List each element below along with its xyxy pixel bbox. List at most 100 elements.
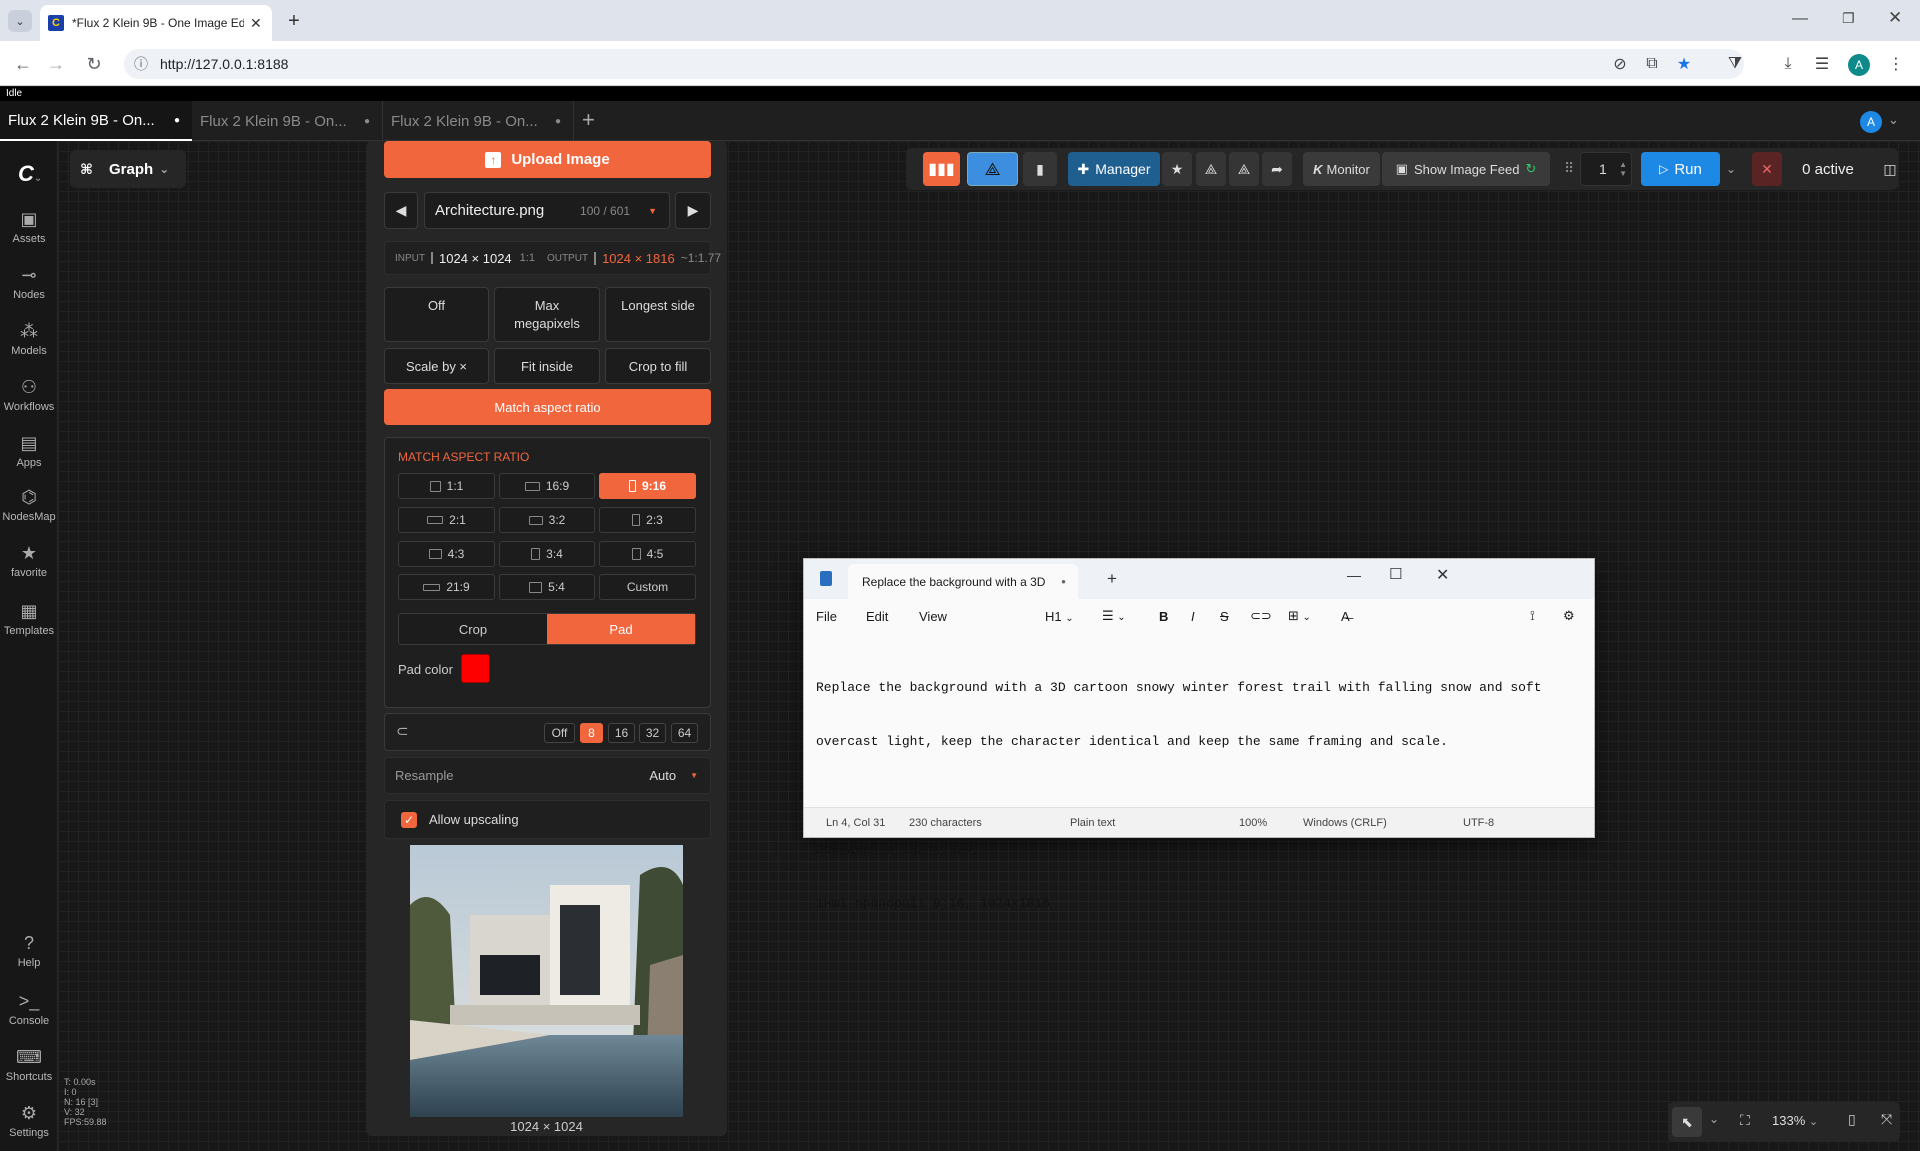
manager-button[interactable]: ✚ Manager bbox=[1068, 152, 1160, 186]
sidebar-item-help[interactable]: ? Help bbox=[0, 933, 58, 969]
notepad-new-tab-icon[interactable]: + bbox=[1107, 569, 1117, 589]
drag-handle-icon[interactable]: ⠿ bbox=[1564, 160, 1574, 177]
show-image-feed-button[interactable]: ▣ Show Image Feed ↻ bbox=[1382, 152, 1550, 186]
sidebar-item-workflows[interactable]: ⚇ Workflows bbox=[0, 377, 58, 413]
site-info-icon[interactable]: ⓘ bbox=[134, 54, 148, 74]
mode-longest-side-button[interactable]: Longest side bbox=[605, 287, 711, 342]
workflow-tab-3[interactable]: Flux 2 Klein 9B - On... ● bbox=[383, 101, 574, 141]
snap-8[interactable]: 8 bbox=[580, 723, 603, 743]
sidebar-item-settings[interactable]: ⚙ Settings bbox=[0, 1103, 58, 1139]
user-avatar[interactable]: A bbox=[1860, 111, 1882, 133]
sidebar-item-templates[interactable]: ▦ Templates bbox=[0, 601, 58, 637]
queue-bars-button[interactable]: ▮▮▮ bbox=[923, 152, 960, 186]
notepad-close-icon[interactable]: ✕ bbox=[1436, 565, 1449, 585]
bold-icon[interactable]: B bbox=[1159, 609, 1168, 624]
workflow-tab-2[interactable]: Flux 2 Klein 9B - On... ● bbox=[192, 101, 383, 141]
pad-color-swatch[interactable] bbox=[461, 654, 490, 683]
sidebar-item-nodes[interactable]: ⊸ Nodes bbox=[0, 265, 58, 301]
sidebar-item-console[interactable]: >_ Console bbox=[0, 991, 58, 1027]
user-menu-chevron-icon[interactable]: ⌄ bbox=[1888, 112, 1899, 128]
match-aspect-ratio-button[interactable]: Match aspect ratio bbox=[384, 389, 711, 425]
sidebar-item-assets[interactable]: ▣ Assets bbox=[0, 209, 58, 245]
downloads-icon[interactable]: ⤓ bbox=[1776, 52, 1800, 76]
select-tool-button[interactable]: ⬉ bbox=[1672, 1107, 1702, 1137]
hide-links-icon[interactable]: ⤧ bbox=[1881, 1111, 1892, 1128]
ratio-16-9[interactable]: 16:9 bbox=[499, 473, 595, 499]
ratio-custom[interactable]: Custom bbox=[599, 574, 696, 600]
notepad-tab[interactable]: Replace the background with a 3D ● bbox=[848, 564, 1078, 599]
notepad-minimize-icon[interactable]: — bbox=[1347, 567, 1361, 583]
pyramid-button-1[interactable]: ⟁ bbox=[1196, 152, 1226, 186]
list-dropdown-icon[interactable]: ☰ ⌄ bbox=[1102, 608, 1126, 624]
browser-tab-active[interactable]: C *Flux 2 Klein 9B - One Image Ed ✕ bbox=[40, 5, 272, 41]
close-tab-icon[interactable]: ✕ bbox=[250, 15, 262, 32]
sidebar-item-models[interactable]: ⁂ Models bbox=[0, 321, 58, 357]
tool-chevron-icon[interactable]: ⌄ bbox=[1709, 1112, 1719, 1126]
comfy-logo-button[interactable]: ⟁ bbox=[967, 152, 1018, 186]
forward-icon[interactable]: → bbox=[43, 51, 69, 77]
sidebar-item-shortcuts[interactable]: ⌨ Shortcuts bbox=[0, 1047, 58, 1083]
sidebar-item-favorite[interactable]: ★ favorite bbox=[0, 543, 58, 579]
menu-view[interactable]: View bbox=[919, 609, 947, 624]
url-field[interactable]: ⓘ http://127.0.0.1:8188 bbox=[124, 49, 1744, 79]
menu-file[interactable]: File bbox=[816, 609, 837, 624]
ratio-4-5[interactable]: 4:5 bbox=[599, 541, 696, 567]
crop-option[interactable]: Crop bbox=[399, 614, 547, 644]
allow-upscaling-row[interactable]: ✓ Allow upscaling bbox=[384, 800, 711, 839]
back-icon[interactable]: ← bbox=[10, 51, 36, 77]
copilot-icon[interactable]: ⟟ bbox=[1530, 608, 1535, 624]
minimap-icon[interactable]: ▯ bbox=[1848, 1111, 1856, 1128]
ratio-3-2[interactable]: 3:2 bbox=[499, 507, 595, 533]
link-icon[interactable]: ⊂⊃ bbox=[1250, 608, 1272, 624]
tab-search-icon[interactable]: ⌄ bbox=[8, 10, 32, 32]
new-tab-icon[interactable]: + bbox=[282, 9, 306, 33]
snap-off[interactable]: Off bbox=[544, 723, 575, 743]
prev-image-button[interactable]: ◀ bbox=[384, 192, 418, 229]
mode-max-megapixels-button[interactable]: Max megapixels bbox=[494, 287, 600, 342]
batch-count-input[interactable]: 1 ▲ ▼ bbox=[1580, 152, 1632, 186]
stepper-icon[interactable]: ▲ ▼ bbox=[1619, 160, 1627, 178]
snap-32[interactable]: 32 bbox=[639, 723, 666, 743]
bookmark-button[interactable]: ▮ bbox=[1023, 152, 1057, 186]
run-options-chevron-icon[interactable]: ⌄ bbox=[1720, 152, 1742, 186]
zoom-level[interactable]: 133% ⌄ bbox=[1772, 1113, 1818, 1128]
notepad-text-area[interactable]: Replace the background with a 3D cartoon… bbox=[816, 643, 1586, 949]
sidebar-item-nodesmap[interactable]: ⌬ NodesMap bbox=[0, 487, 58, 523]
reading-list-icon[interactable]: ☰ bbox=[1810, 52, 1834, 76]
add-workflow-tab-icon[interactable]: + bbox=[582, 107, 595, 133]
ratio-4-3[interactable]: 4:3 bbox=[398, 541, 495, 567]
minimize-window-icon[interactable]: — bbox=[1792, 10, 1808, 28]
reload-icon[interactable]: ↻ bbox=[81, 51, 107, 77]
ratio-1-1[interactable]: 1:1 bbox=[398, 473, 495, 499]
toggle-panel-button[interactable]: ◫ bbox=[1876, 152, 1904, 186]
comfy-logo-icon[interactable]: C⌄ bbox=[18, 161, 42, 187]
run-button[interactable]: ▷ Run bbox=[1641, 152, 1720, 186]
notepad-maximize-icon[interactable]: ☐ bbox=[1389, 565, 1402, 583]
mode-fit-inside-button[interactable]: Fit inside bbox=[494, 348, 600, 384]
file-selector[interactable]: Architecture.png 100 / 601 ▼ bbox=[424, 192, 670, 229]
table-dropdown-icon[interactable]: ⊞ ⌄ bbox=[1288, 608, 1311, 624]
snap-64[interactable]: 64 bbox=[671, 723, 698, 743]
active-queue-count[interactable]: 0 active bbox=[1790, 152, 1866, 186]
ratio-3-4[interactable]: 3:4 bbox=[499, 541, 595, 567]
cancel-button[interactable]: ✕ bbox=[1752, 152, 1782, 186]
pyramid-button-2[interactable]: ⟁ bbox=[1229, 152, 1259, 186]
star-button[interactable]: ★ bbox=[1162, 152, 1192, 186]
extensions-icon[interactable]: ⧩ bbox=[1723, 52, 1747, 76]
mode-crop-to-fill-button[interactable]: Crop to fill bbox=[605, 348, 711, 384]
ratio-2-3[interactable]: 2:3 bbox=[599, 507, 696, 533]
no-cast-icon[interactable]: ⊘ bbox=[1608, 52, 1632, 76]
share-button[interactable]: ➦ bbox=[1262, 152, 1292, 186]
bookmark-star-icon[interactable]: ★ bbox=[1672, 52, 1696, 76]
install-app-icon[interactable]: ⧉ bbox=[1640, 52, 1664, 76]
pad-option[interactable]: Pad bbox=[547, 614, 695, 644]
restore-window-icon[interactable]: ❐ bbox=[1842, 10, 1855, 27]
ratio-9-16[interactable]: 9:16 bbox=[599, 473, 696, 499]
resample-select[interactable]: Resample Auto ▼ bbox=[384, 757, 711, 794]
notepad-settings-icon[interactable]: ⚙ bbox=[1563, 608, 1575, 624]
browser-menu-icon[interactable]: ⋮ bbox=[1884, 52, 1908, 76]
menu-edit[interactable]: Edit bbox=[866, 609, 888, 624]
graph-button[interactable]: ⌘ Graph ⌄ bbox=[70, 150, 186, 188]
next-image-button[interactable]: ▶ bbox=[675, 192, 711, 229]
ratio-21-9[interactable]: 21:9 bbox=[398, 574, 495, 600]
